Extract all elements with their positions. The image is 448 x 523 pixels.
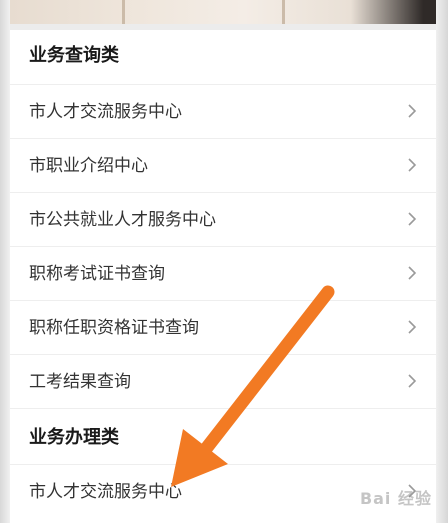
list-item-public-employment-service-center[interactable]: 市公共就业人才服务中心: [10, 192, 436, 246]
service-list-panel: 业务查询类 市人才交流服务中心 市职业介绍中心 市公共就业人才服务中心 职称考试…: [10, 30, 436, 523]
banner-decoration: [282, 0, 285, 24]
list-item-label: 职称考试证书查询: [29, 264, 165, 284]
list-item-label: 市职业介绍中心: [29, 156, 148, 176]
chevron-right-icon: [408, 266, 417, 280]
left-edge: [0, 0, 10, 523]
chevron-right-icon: [408, 320, 417, 334]
top-banner-image: [10, 0, 436, 24]
right-edge: [436, 0, 448, 523]
baidu-watermark: Bai 经验: [359, 489, 432, 508]
list-item-label: 市人才交流服务中心: [29, 482, 182, 502]
list-item-talent-exchange-center[interactable]: 市人才交流服务中心: [10, 84, 436, 138]
list-item-label: 市人才交流服务中心: [29, 102, 182, 122]
chevron-right-icon: [408, 374, 417, 388]
section-title-handling: 业务办理类: [29, 427, 119, 448]
banner-decoration: [122, 0, 125, 24]
list-item-label: 职称任职资格证书查询: [29, 318, 199, 338]
chevron-right-icon: [408, 158, 417, 172]
section-title-query: 业务查询类: [29, 45, 119, 66]
list-item-title-qualification-certificate[interactable]: 职称任职资格证书查询: [10, 300, 436, 354]
screenshot-frame: 业务查询类 市人才交流服务中心 市职业介绍中心 市公共就业人才服务中心 职称考试…: [0, 0, 448, 523]
list-item-employment-agency-center[interactable]: 市职业介绍中心: [10, 138, 436, 192]
chevron-right-icon: [408, 104, 417, 118]
list-item-label: 市公共就业人才服务中心: [29, 210, 216, 230]
section-header-row: 业务办理类: [10, 408, 436, 464]
list-item-title-exam-certificate[interactable]: 职称考试证书查询: [10, 246, 436, 300]
list-item-worker-exam-result[interactable]: 工考结果查询: [10, 354, 436, 408]
list-item-label: 工考结果查询: [29, 372, 131, 392]
chevron-right-icon: [408, 212, 417, 226]
